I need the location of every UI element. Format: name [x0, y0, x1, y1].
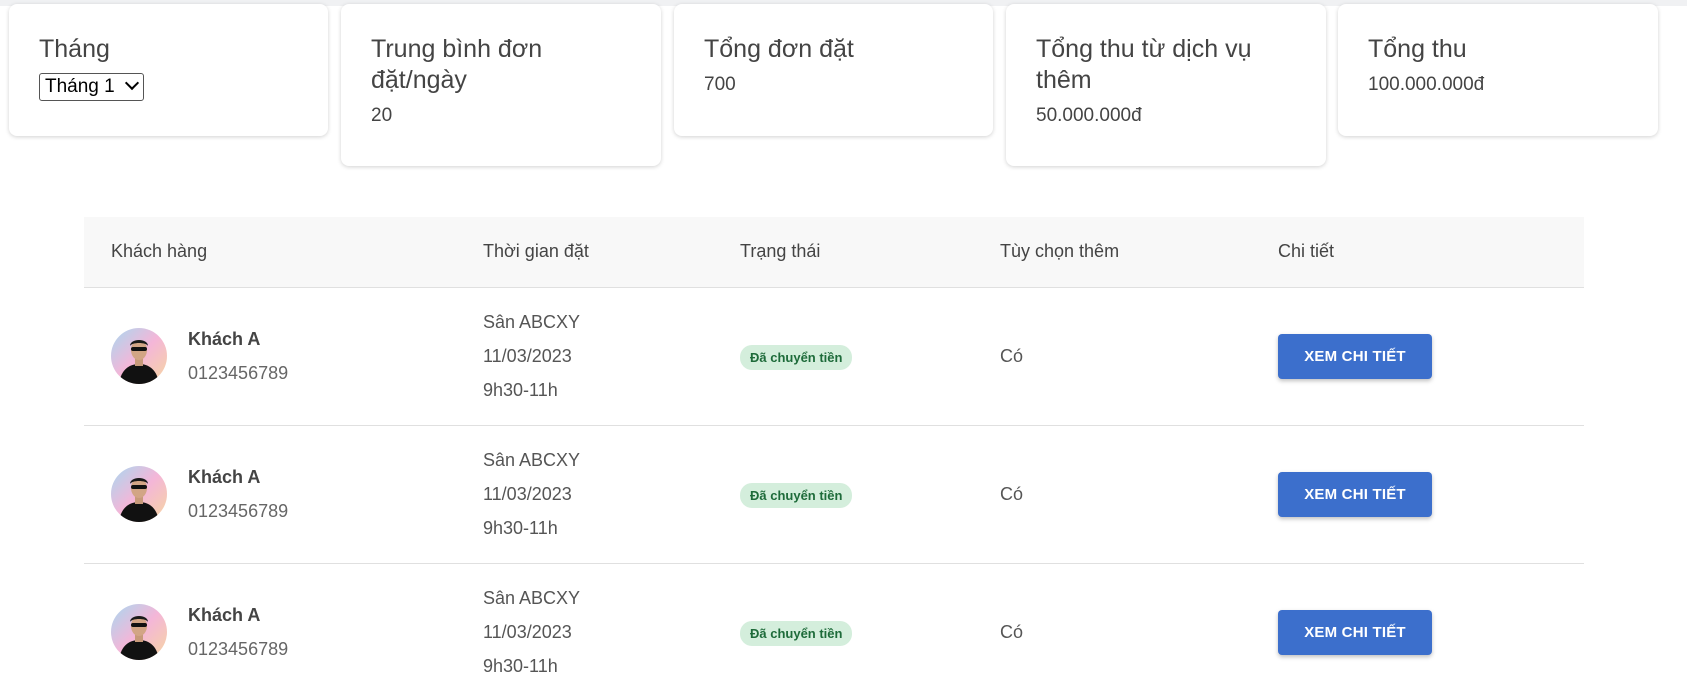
customer-phone: 0123456789 [188, 501, 289, 521]
total-orders-title: Tổng đơn đặt [704, 35, 854, 63]
bookings-table: Khách hàng Thời gian đặt Trạng thái Tùy … [84, 217, 1584, 697]
total-orders-card: Tổng đơn đặt 700 [674, 4, 993, 136]
booking-venue: Sân ABCXY [483, 588, 581, 608]
view-detail-button[interactable]: XEM CHI TIẾT [1278, 334, 1432, 379]
table-row: Khách A 0123456789 Sân ABCXY 11/03/2023 … [84, 564, 1584, 697]
month-select-value: Tháng 1 [45, 76, 115, 97]
customer-name: Khách A [188, 329, 261, 349]
view-detail-button[interactable]: XEM CHI TIẾT [1278, 472, 1432, 517]
header-customer: Khách hàng [111, 241, 208, 261]
avg-orders-title: Trung bình đơn đặt/ngày [371, 35, 543, 94]
month-card-title: Tháng [39, 35, 110, 63]
extra-option: Có [1000, 346, 1024, 366]
table-row: Khách A 0123456789 Sân ABCXY 11/03/2023 … [84, 426, 1584, 564]
table-header: Khách hàng Thời gian đặt Trạng thái Tùy … [84, 217, 1584, 288]
avatar [111, 466, 167, 522]
total-revenue-title: Tổng thu [1368, 35, 1467, 63]
view-detail-button[interactable]: XEM CHI TIẾT [1278, 610, 1432, 655]
header-time: Thời gian đặt [483, 241, 589, 261]
extra-revenue-title: Tổng thu từ dịch vụ thêm [1036, 35, 1252, 94]
chevron-down-icon [124, 75, 139, 91]
avg-orders-card: Trung bình đơn đặt/ngày 20 [341, 4, 661, 166]
avatar [111, 328, 167, 384]
extra-revenue-card: Tổng thu từ dịch vụ thêm 50.000.000đ [1006, 4, 1326, 166]
avg-orders-value: 20 [371, 105, 393, 126]
month-card: Tháng Tháng 1 [9, 4, 328, 136]
booking-date: 11/03/2023 [483, 484, 572, 504]
total-revenue-value: 100.000.000đ [1368, 74, 1485, 95]
booking-venue: Sân ABCXY [483, 450, 581, 470]
extra-option: Có [1000, 622, 1024, 642]
booking-date: 11/03/2023 [483, 622, 572, 642]
header-detail: Chi tiết [1278, 241, 1335, 261]
booking-slot: 9h30-11h [483, 656, 558, 676]
status-badge: Đã chuyển tiền [740, 345, 853, 370]
avatar [111, 604, 167, 660]
status-badge: Đã chuyển tiền [740, 621, 853, 646]
customer-phone: 0123456789 [188, 639, 289, 659]
table-row: Khách A 0123456789 Sân ABCXY 11/03/2023 … [84, 288, 1584, 426]
booking-venue: Sân ABCXY [483, 312, 581, 332]
total-revenue-card: Tổng thu 100.000.000đ [1338, 4, 1658, 136]
extra-revenue-value: 50.000.000đ [1036, 105, 1142, 126]
booking-slot: 9h30-11h [483, 518, 558, 538]
booking-date: 11/03/2023 [483, 346, 572, 366]
extra-option: Có [1000, 484, 1024, 504]
header-options: Tùy chọn thêm [1000, 241, 1120, 261]
booking-slot: 9h30-11h [483, 380, 558, 400]
status-badge: Đã chuyển tiền [740, 483, 853, 508]
customer-name: Khách A [188, 467, 261, 487]
customer-name: Khách A [188, 605, 261, 625]
customer-phone: 0123456789 [188, 363, 289, 383]
total-orders-value: 700 [704, 74, 736, 95]
month-select[interactable]: Tháng 1 [39, 73, 144, 101]
dashboard-page: Tháng Tháng 1 Trung bình đơn đặt/ngày 20… [0, 0, 1687, 697]
header-status: Trạng thái [740, 241, 821, 261]
